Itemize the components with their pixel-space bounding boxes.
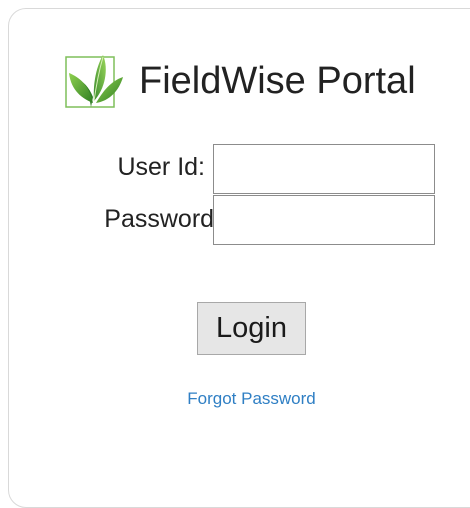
userid-input[interactable] — [213, 144, 435, 194]
password-input[interactable] — [213, 195, 435, 245]
portal-header: FieldWise Portal — [63, 51, 416, 111]
password-label: Password: — [104, 205, 221, 233]
userid-label: User Id: — [117, 153, 205, 181]
leaf-sprout-icon — [65, 55, 123, 108]
forgot-password-link[interactable]: Forgot Password — [9, 389, 470, 409]
portal-title: FieldWise Portal — [139, 60, 416, 102]
login-card: FieldWise Portal User Id: Password: Logi… — [8, 8, 470, 508]
login-button[interactable]: Login — [197, 302, 306, 355]
